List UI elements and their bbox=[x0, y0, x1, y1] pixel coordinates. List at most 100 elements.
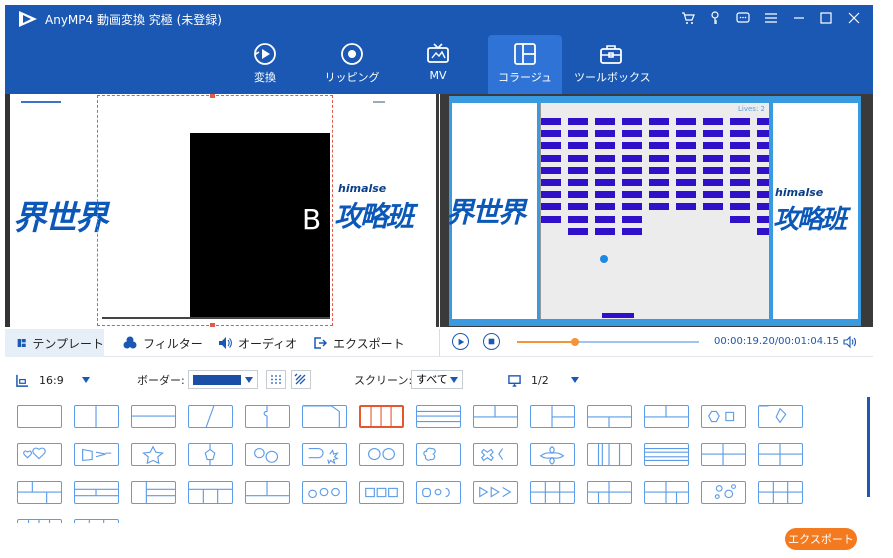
tab-export[interactable]: エクスポート bbox=[313, 329, 405, 357]
layout-template[interactable] bbox=[701, 443, 746, 466]
border-color-swatch bbox=[193, 375, 241, 385]
minimize-icon[interactable] bbox=[790, 9, 808, 27]
layout-template[interactable] bbox=[416, 405, 461, 428]
layout-template[interactable] bbox=[17, 405, 62, 428]
layout-template[interactable] bbox=[758, 443, 803, 466]
layout-template-icon bbox=[645, 448, 688, 461]
brick bbox=[595, 154, 615, 162]
brick bbox=[622, 215, 642, 223]
layout-template[interactable] bbox=[245, 481, 290, 504]
resize-handle[interactable] bbox=[210, 94, 215, 98]
brick bbox=[622, 118, 642, 125]
border-grid-button[interactable] bbox=[266, 370, 286, 389]
layout-template[interactable] bbox=[644, 405, 689, 428]
border-pattern-button[interactable] bbox=[291, 370, 311, 389]
layout-template-icon bbox=[88, 520, 105, 523]
layout-template[interactable] bbox=[758, 405, 803, 428]
app-window: AnyMP4 動画変換 究極 (未登録) 変換 リッピング MV コラージュ ツ… bbox=[0, 0, 893, 558]
key-icon[interactable] bbox=[706, 9, 724, 27]
layout-template[interactable] bbox=[74, 443, 119, 466]
layout-template[interactable] bbox=[302, 405, 347, 428]
play-button[interactable] bbox=[452, 333, 469, 350]
tab-collage[interactable]: コラージュ bbox=[488, 35, 562, 95]
brick bbox=[730, 142, 750, 150]
menu-icon[interactable] bbox=[762, 9, 780, 27]
progress-knob[interactable] bbox=[571, 338, 580, 346]
layout-template[interactable] bbox=[587, 481, 632, 504]
layout-template[interactable] bbox=[644, 481, 689, 504]
tab-convert[interactable]: 変換 bbox=[228, 35, 302, 95]
brick bbox=[622, 179, 642, 186]
tab-mv[interactable]: MV bbox=[401, 35, 475, 95]
layout-template[interactable] bbox=[359, 481, 404, 504]
layout-template[interactable] bbox=[530, 443, 575, 466]
tab-toolbox-label: ツールボックス bbox=[574, 71, 651, 84]
tab-ripping[interactable]: リッピング bbox=[315, 35, 389, 95]
border-color-select[interactable] bbox=[188, 370, 258, 389]
layout-template[interactable] bbox=[587, 443, 632, 466]
tab-audio[interactable]: オーディオ bbox=[218, 329, 297, 357]
screen-select[interactable]: すべて bbox=[411, 370, 463, 389]
layout-template[interactable] bbox=[188, 443, 233, 466]
layout-template[interactable] bbox=[758, 481, 803, 504]
layout-template[interactable] bbox=[530, 481, 575, 504]
sub-toolbar: テンプレート フィルター オーディオ エクスポート 00:00:19.20/00… bbox=[5, 329, 873, 357]
layout-template[interactable] bbox=[473, 481, 518, 504]
resize-handle[interactable] bbox=[210, 323, 215, 327]
export-button[interactable]: エクスポート bbox=[785, 528, 857, 550]
brick bbox=[676, 179, 696, 186]
brick bbox=[730, 166, 750, 174]
maximize-icon[interactable] bbox=[817, 9, 835, 27]
layout-template[interactable] bbox=[74, 481, 119, 504]
layout-template[interactable] bbox=[74, 405, 119, 428]
layout-template[interactable] bbox=[131, 405, 176, 428]
layout-template[interactable] bbox=[359, 443, 404, 466]
layout-template-icon bbox=[18, 406, 61, 427]
layout-template[interactable] bbox=[188, 481, 233, 504]
layout-template[interactable] bbox=[245, 443, 290, 466]
layout-template-icon bbox=[474, 406, 517, 418]
aspect-ratio-select[interactable]: 16:9 bbox=[16, 366, 90, 394]
layout-template[interactable] bbox=[701, 481, 746, 504]
layout-template[interactable] bbox=[188, 405, 233, 428]
volume-icon[interactable] bbox=[843, 335, 857, 349]
tab-filter[interactable]: フィルター bbox=[123, 329, 203, 357]
template-scrollbar[interactable] bbox=[867, 397, 870, 497]
chat-icon[interactable] bbox=[734, 9, 752, 27]
brick bbox=[622, 166, 642, 174]
layout-template[interactable] bbox=[530, 405, 575, 428]
layout-template[interactable] bbox=[644, 443, 689, 466]
progress-slider[interactable] bbox=[517, 338, 699, 346]
layout-template[interactable] bbox=[17, 443, 62, 466]
page-select[interactable]: 1/2 bbox=[508, 366, 579, 394]
collage-edit-preview[interactable]: 界世界 himalse 攻略班 B bbox=[5, 94, 439, 327]
game-ball bbox=[600, 255, 608, 263]
layout-template[interactable] bbox=[473, 443, 518, 466]
layout-template[interactable] bbox=[302, 481, 347, 504]
layout-template[interactable] bbox=[245, 405, 290, 428]
brick bbox=[730, 203, 750, 211]
layout-template[interactable] bbox=[17, 519, 62, 523]
layout-template[interactable] bbox=[416, 443, 461, 466]
layout-template[interactable] bbox=[701, 405, 746, 428]
selected-cell-frame[interactable]: B bbox=[97, 95, 333, 326]
layout-template[interactable] bbox=[587, 405, 632, 428]
tab-template[interactable]: テンプレート bbox=[5, 329, 104, 357]
cart-icon[interactable] bbox=[679, 9, 697, 27]
layout-template[interactable] bbox=[17, 481, 62, 504]
layout-template[interactable] bbox=[359, 405, 404, 428]
brick bbox=[730, 179, 750, 186]
tab-toolbox[interactable]: ツールボックス bbox=[574, 35, 651, 95]
layout-template[interactable] bbox=[416, 481, 461, 504]
stop-button[interactable] bbox=[483, 333, 500, 350]
layout-template[interactable] bbox=[131, 443, 176, 466]
brick bbox=[541, 191, 561, 199]
layout-template[interactable] bbox=[74, 519, 119, 523]
layout-template[interactable] bbox=[473, 405, 518, 428]
layout-template[interactable] bbox=[131, 481, 176, 504]
speaker-icon bbox=[219, 337, 232, 349]
screen-label: スクリーン: bbox=[354, 374, 413, 387]
layout-template[interactable] bbox=[302, 443, 347, 466]
close-icon[interactable] bbox=[845, 9, 863, 27]
layout-template-icon bbox=[370, 407, 392, 426]
